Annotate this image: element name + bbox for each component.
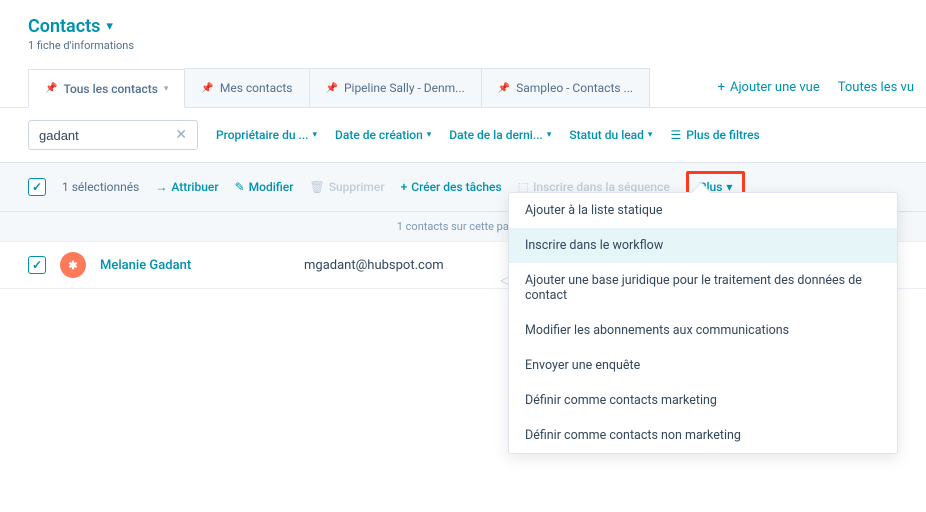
chevron-down-icon: ▾: [648, 130, 653, 140]
contact-email: mgadant@hubspot.com: [304, 258, 444, 273]
filter-create-date[interactable]: Date de création ▾: [335, 128, 431, 142]
edit-label: Modifier: [249, 180, 294, 194]
assign-label: Attribuer: [171, 180, 218, 194]
selected-count: 1 sélectionnés: [62, 180, 139, 194]
tab-label: Pipeline Sally - Denm...: [344, 81, 465, 95]
chevron-down-icon[interactable]: ▾: [164, 84, 169, 94]
dropdown-item-set-marketing[interactable]: Définir comme contacts marketing: [509, 383, 897, 418]
trash-icon: 🗑: [309, 180, 324, 194]
chevron-down-icon: ▾: [547, 130, 552, 140]
chevron-down-icon[interactable]: ▾: [106, 19, 113, 34]
select-all-checkbox[interactable]: [28, 178, 46, 196]
record-count-subtitle: 1 fiche d'informations: [28, 39, 898, 52]
search-input[interactable]: [39, 128, 159, 143]
tab-pipeline[interactable]: 📌 Pipeline Sally - Denm...: [309, 68, 482, 107]
filter-icon: ☰: [670, 128, 681, 142]
filter-label: Propriétaire du ...: [216, 128, 309, 142]
filter-label: Date de la derni...: [449, 128, 543, 142]
avatar: ✱: [60, 252, 86, 278]
filter-lead-status[interactable]: Statut du lead ▾: [569, 128, 652, 142]
dropdown-item-edit-subscriptions[interactable]: Modifier les abonnements aux communicati…: [509, 313, 897, 348]
chevron-down-icon: ▾: [427, 130, 432, 140]
more-filters-button[interactable]: ☰ Plus de filtres: [670, 128, 759, 142]
more-actions-dropdown: Ajouter à la liste statique Inscrire dan…: [508, 192, 898, 454]
search-box: ✕: [28, 120, 198, 150]
clear-search-icon[interactable]: ✕: [175, 127, 187, 143]
arrow-right-icon: →: [155, 180, 167, 194]
tab-sampleo[interactable]: 📌 Sampleo - Contacts ...: [481, 68, 650, 107]
tab-my-contacts[interactable]: 📌 Mes contacts: [184, 68, 309, 107]
pin-icon: 📌: [326, 83, 338, 94]
plus-icon: +: [718, 80, 725, 95]
plus-icon: +: [401, 180, 408, 194]
create-tasks-label: Créer des tâches: [411, 180, 501, 194]
add-view-label: Ajouter une vue: [730, 80, 820, 95]
tab-label: Sampleo - Contacts ...: [516, 81, 633, 95]
chevron-down-icon: ▾: [313, 130, 318, 140]
dropdown-item-legal-basis[interactable]: Ajouter une base juridique pour le trait…: [509, 263, 897, 313]
delete-label: Supprimer: [329, 180, 385, 194]
filter-row: ✕ Propriétaire du ... ▾ Date de création…: [0, 108, 926, 162]
page-title[interactable]: Contacts: [28, 16, 100, 37]
page-header: Contacts ▾ 1 fiche d'informations: [0, 0, 926, 58]
view-tabs: 📌 Tous les contacts ▾ 📌 Mes contacts 📌 P…: [0, 68, 926, 108]
filter-last-date[interactable]: Date de la derni... ▾: [449, 128, 551, 142]
pencil-icon: ✎: [235, 180, 245, 194]
contact-name-link[interactable]: Melanie Gadant: [100, 258, 290, 273]
dropdown-item-enroll-workflow[interactable]: Inscrire dans le workflow: [509, 228, 897, 263]
tab-label: Mes contacts: [220, 81, 293, 95]
filter-label: Statut du lead: [569, 128, 644, 142]
tab-all-contacts[interactable]: 📌 Tous les contacts ▾: [28, 69, 185, 108]
more-filters-label: Plus de filtres: [686, 128, 760, 142]
dropdown-item-set-non-marketing[interactable]: Définir comme contacts non marketing: [509, 418, 897, 453]
edit-button[interactable]: ✎ Modifier: [235, 180, 294, 194]
filter-owner[interactable]: Propriétaire du ... ▾: [216, 128, 317, 142]
create-tasks-button[interactable]: + Créer des tâches: [401, 180, 502, 194]
pin-icon: 📌: [201, 83, 213, 94]
assign-button[interactable]: → Attribuer: [155, 180, 218, 194]
delete-button: 🗑 Supprimer: [309, 180, 384, 194]
tab-label: Tous les contacts: [63, 82, 157, 96]
row-checkbox[interactable]: [28, 256, 46, 274]
filter-label: Date de création: [335, 128, 423, 142]
pin-icon: 📌: [498, 83, 510, 94]
all-views-link[interactable]: Toutes les vu: [838, 80, 914, 95]
pin-icon: 📌: [45, 83, 57, 94]
dropdown-item-send-survey[interactable]: Envoyer une enquête: [509, 348, 897, 383]
add-view-button[interactable]: + Ajouter une vue: [718, 80, 820, 95]
